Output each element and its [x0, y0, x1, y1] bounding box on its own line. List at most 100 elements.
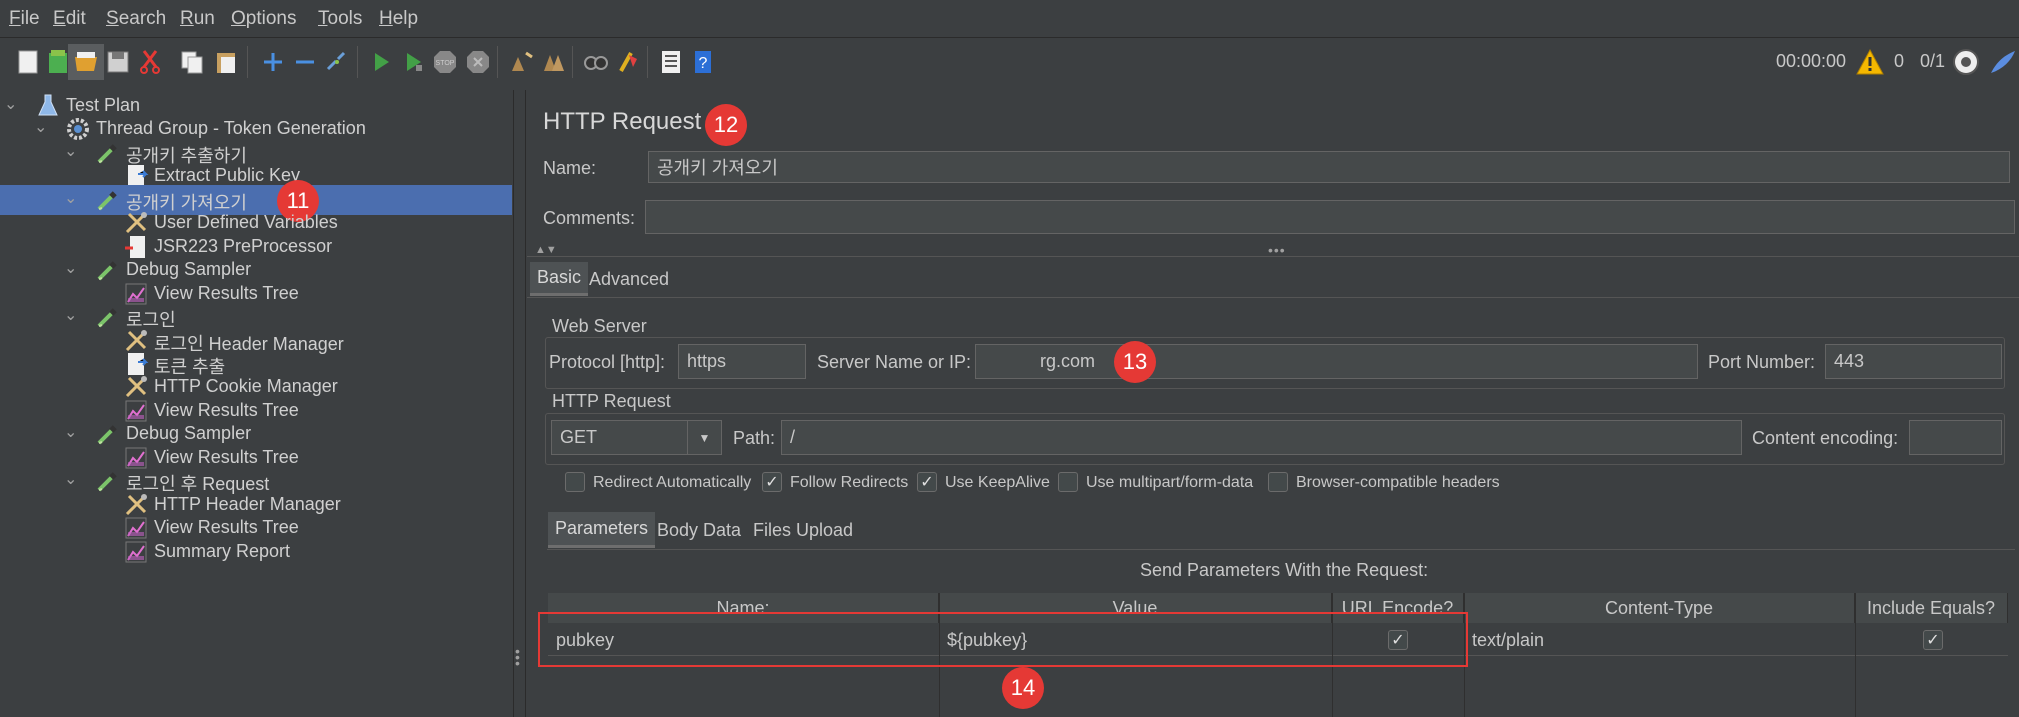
start-icon[interactable] — [363, 44, 399, 80]
tree-item-label[interactable]: Debug Sampler — [126, 423, 251, 444]
save-icon[interactable] — [100, 44, 136, 80]
chevron-down-icon[interactable]: ⌄ — [64, 424, 82, 442]
tree-item-label[interactable]: HTTP Cookie Manager — [154, 376, 338, 397]
feather-icon[interactable] — [1984, 44, 2019, 80]
paste-icon[interactable] — [208, 44, 244, 80]
port-field[interactable]: 443 — [1825, 344, 2002, 379]
search-icon[interactable] — [578, 44, 614, 80]
tree-item-label[interactable]: 토큰 추출 — [154, 353, 225, 379]
chevron-down-icon[interactable]: ⌄ — [64, 190, 82, 208]
tree-item-label[interactable]: User Defined Variables — [154, 212, 338, 233]
toggle-icon[interactable] — [319, 44, 355, 80]
chevron-down-icon[interactable]: ⌄ — [4, 96, 22, 114]
tab-files-upload[interactable]: Files Upload — [746, 512, 860, 548]
include-equals-checkbox[interactable]: ✓ — [1923, 630, 1943, 650]
option-checkbox[interactable]: ✓ — [917, 472, 937, 492]
menu-file[interactable]: File — [9, 8, 40, 30]
function-helper-icon[interactable] — [653, 44, 689, 80]
stop-icon[interactable]: STOP — [427, 44, 463, 80]
splitter[interactable] — [514, 90, 526, 717]
method-select[interactable]: GET — [551, 420, 688, 455]
tree-item-label[interactable]: Debug Sampler — [126, 259, 251, 280]
option-label[interactable]: Redirect Automatically — [593, 474, 751, 492]
option-checkbox[interactable] — [565, 472, 585, 492]
tab-basic[interactable]: Basic — [530, 262, 589, 296]
tree-item-label[interactable]: View Results Tree — [154, 447, 299, 468]
chevron-down-icon[interactable]: ⌄ — [64, 307, 82, 325]
tree-item-label[interactable]: Summary Report — [154, 541, 290, 562]
web-server-title: Web Server — [548, 316, 651, 337]
protocol-field[interactable]: https — [678, 344, 806, 379]
chart-icon — [122, 444, 150, 472]
menu-label: dit — [65, 8, 86, 29]
menu-help[interactable]: Help — [379, 8, 418, 30]
clear-icon[interactable] — [503, 44, 539, 80]
callout-badge-13: 13 — [1114, 341, 1156, 383]
tree-item-label[interactable]: View Results Tree — [154, 400, 299, 421]
expand-icon[interactable] — [255, 44, 291, 80]
help-icon[interactable]: ? — [685, 44, 721, 80]
menu-mnemonic: E — [53, 8, 66, 29]
reset-search-icon[interactable] — [610, 44, 646, 80]
tab-body-data[interactable]: Body Data — [650, 512, 748, 548]
option-checkbox[interactable] — [1268, 472, 1288, 492]
tab-divider — [527, 297, 2019, 298]
open-icon[interactable] — [68, 44, 104, 80]
column-header-content-type[interactable]: Content-Type — [1464, 593, 1855, 623]
remote-start-icon[interactable] — [1948, 44, 1984, 80]
name-field[interactable]: 공개키 가져오기 — [648, 151, 2010, 183]
tree-item-label[interactable]: 로그인 Header Manager — [154, 330, 344, 356]
svg-text:?: ? — [699, 55, 708, 72]
flask-icon — [34, 92, 62, 120]
comments-field[interactable] — [645, 200, 2015, 234]
menu-mnemonic: R — [180, 8, 194, 29]
tree-item-label[interactable]: Test Plan — [66, 95, 140, 116]
tree-item-label[interactable]: HTTP Header Manager — [154, 494, 341, 515]
menu-mnemonic: F — [9, 8, 21, 29]
server-name-field[interactable]: rg.com — [975, 344, 1698, 379]
collapse-icon[interactable] — [287, 44, 323, 80]
chevron-down-icon[interactable]: ▼ — [687, 420, 722, 455]
pipette-icon — [94, 256, 122, 284]
menu-search[interactable]: Search — [106, 8, 166, 30]
option-label[interactable]: Use multipart/form-data — [1086, 474, 1253, 492]
menu-tools[interactable]: Tools — [318, 8, 362, 30]
chevron-down-icon[interactable]: ⌄ — [34, 119, 52, 137]
param-content-type-cell[interactable]: text/plain — [1464, 625, 1855, 655]
copy-icon[interactable] — [174, 44, 210, 80]
option-checkbox[interactable]: ✓ — [762, 472, 782, 492]
chart-icon — [122, 397, 150, 425]
tab-advanced[interactable]: Advanced — [582, 262, 676, 296]
cut-icon[interactable] — [132, 44, 168, 80]
option-label[interactable]: Use KeepAlive — [945, 474, 1050, 492]
option-checkbox[interactable] — [1058, 472, 1078, 492]
menu-mnemonic: H — [379, 8, 393, 29]
page-title: HTTP Request — [543, 108, 702, 135]
option-label[interactable]: Follow Redirects — [790, 474, 908, 492]
chevron-down-icon[interactable]: ⌄ — [64, 471, 82, 489]
menu-edit[interactable]: Edit — [53, 8, 86, 30]
tree-item-label[interactable]: View Results Tree — [154, 283, 299, 304]
svg-text:STOP: STOP — [436, 60, 455, 67]
content-encoding-field[interactable] — [1909, 420, 2002, 455]
menu-label: elp — [392, 8, 419, 29]
chevron-down-icon[interactable]: ⌄ — [64, 143, 82, 161]
splitter-handle[interactable]: • • • — [515, 644, 520, 670]
option-label[interactable]: Browser-compatible headers — [1296, 474, 1500, 492]
path-field[interactable]: / — [781, 420, 1742, 455]
tree-item-label[interactable]: Extract Public Key — [154, 165, 300, 186]
tree-item-label[interactable]: JSR223 PreProcessor — [154, 236, 332, 257]
menu-options[interactable]: Options — [231, 8, 296, 30]
chevron-down-icon[interactable]: ⌄ — [64, 260, 82, 278]
clear-all-icon[interactable] — [535, 44, 571, 80]
tab-parameters[interactable]: Parameters — [548, 512, 656, 548]
tree-item-label[interactable]: Thread Group - Token Generation — [96, 118, 366, 139]
warning-icon[interactable] — [1852, 44, 1888, 80]
shutdown-icon[interactable] — [460, 44, 496, 80]
menu-label: ptions — [245, 8, 297, 29]
collapse-arrows[interactable]: ▲▼ — [535, 244, 557, 256]
column-header-include-equals[interactable]: Include Equals? — [1855, 593, 2008, 623]
tree-item-label[interactable]: View Results Tree — [154, 517, 299, 538]
menu-run[interactable]: Run — [180, 8, 215, 30]
start-no-pauses-icon[interactable] — [395, 44, 431, 80]
